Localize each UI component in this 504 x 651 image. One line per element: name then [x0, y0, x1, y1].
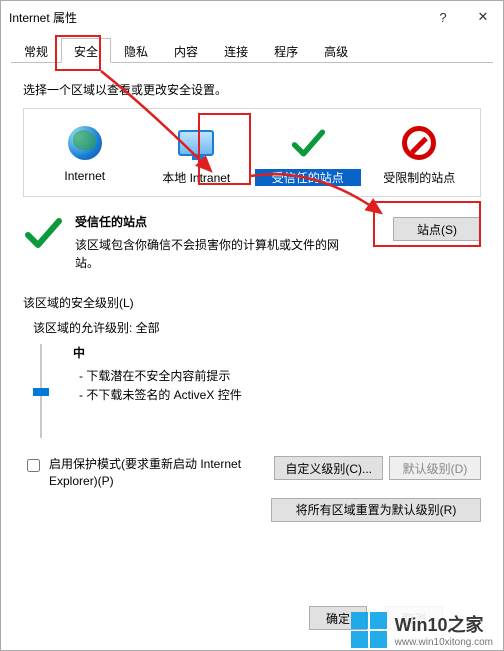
- zones-instruction: 选择一个区域以查看或更改安全设置。: [23, 81, 481, 98]
- zone-label: 受信任的站点: [255, 169, 361, 186]
- titlebar: Internet 属性 ? ✕: [1, 1, 503, 33]
- level-desc-list: 下载潜在不安全内容前提示 不下载未签名的 ActiveX 控件: [69, 367, 242, 405]
- check-icon: [255, 123, 361, 163]
- zone-detail: 受信任的站点 该区域包含你确信不会损害你的计算机或文件的网站。 站点(S): [23, 213, 481, 272]
- zone-label: Internet: [32, 169, 138, 183]
- close-icon[interactable]: ✕: [463, 1, 503, 33]
- reset-all-zones-button[interactable]: 将所有区域重置为默认级别(R): [271, 498, 481, 522]
- security-tab-content: 选择一个区域以查看或更改安全设置。 Internet 本地 Intranet 受…: [1, 63, 503, 532]
- watermark: Win10之家 www.win10xitong.com: [351, 611, 493, 648]
- tab-general[interactable]: 常规: [11, 38, 61, 63]
- zone-detail-desc: 该区域包含你确信不会损害你的计算机或文件的网站。: [75, 236, 355, 272]
- tab-programs[interactable]: 程序: [261, 38, 311, 63]
- zone-label: 受限制的站点: [367, 169, 473, 186]
- forbid-icon: [367, 123, 473, 163]
- tabstrip: 常规 安全 隐私 内容 连接 程序 高级: [11, 37, 493, 63]
- internet-options-dialog: Internet 属性 ? ✕ 常规 安全 隐私 内容 连接 程序 高级 选择一…: [0, 0, 504, 651]
- level-desc-item: 下载潜在不安全内容前提示: [79, 367, 242, 386]
- zones-list: Internet 本地 Intranet 受信任的站点 受限制的站点: [23, 108, 481, 197]
- watermark-brand: Win10之家: [395, 611, 493, 637]
- tab-privacy[interactable]: 隐私: [111, 38, 161, 63]
- default-level-button[interactable]: 默认级别(D): [389, 456, 481, 480]
- allowed-levels-label: 该区域的允许级别: 全部: [23, 319, 481, 336]
- window-title: Internet 属性: [9, 9, 77, 26]
- check-icon: [23, 213, 63, 253]
- globe-icon: [32, 123, 138, 163]
- custom-level-button[interactable]: 自定义级别(C)...: [274, 456, 383, 480]
- zone-detail-title: 受信任的站点: [75, 213, 355, 230]
- security-level-label: 该区域的安全级别(L): [23, 294, 481, 311]
- tab-connections[interactable]: 连接: [211, 38, 261, 63]
- sites-button[interactable]: 站点(S): [393, 217, 481, 241]
- zone-local-intranet[interactable]: 本地 Intranet: [144, 123, 250, 186]
- monitor-icon: [144, 123, 250, 163]
- help-icon[interactable]: ?: [423, 10, 463, 25]
- zone-trusted-sites[interactable]: 受信任的站点: [255, 123, 361, 186]
- windows-logo-icon: [351, 612, 387, 648]
- protected-mode-label: 启用保护模式(要求重新启动 Internet Explorer)(P): [49, 456, 243, 490]
- checkbox-icon[interactable]: [27, 459, 40, 472]
- security-level-group: 该区域的安全级别(L) 该区域的允许级别: 全部 中 下载潜在不安全内容前提示 …: [23, 294, 481, 522]
- tab-advanced[interactable]: 高级: [311, 38, 361, 63]
- level-name: 中: [69, 344, 242, 361]
- tab-security[interactable]: 安全: [61, 38, 111, 63]
- security-level-slider[interactable]: [33, 344, 49, 444]
- zone-restricted-sites[interactable]: 受限制的站点: [367, 123, 473, 186]
- watermark-url: www.win10xitong.com: [395, 637, 493, 648]
- level-desc-item: 不下载未签名的 ActiveX 控件: [79, 386, 242, 405]
- tab-content[interactable]: 内容: [161, 38, 211, 63]
- protected-mode-checkbox[interactable]: 启用保护模式(要求重新启动 Internet Explorer)(P): [23, 456, 243, 490]
- zone-label: 本地 Intranet: [144, 169, 250, 186]
- zone-internet[interactable]: Internet: [32, 123, 138, 186]
